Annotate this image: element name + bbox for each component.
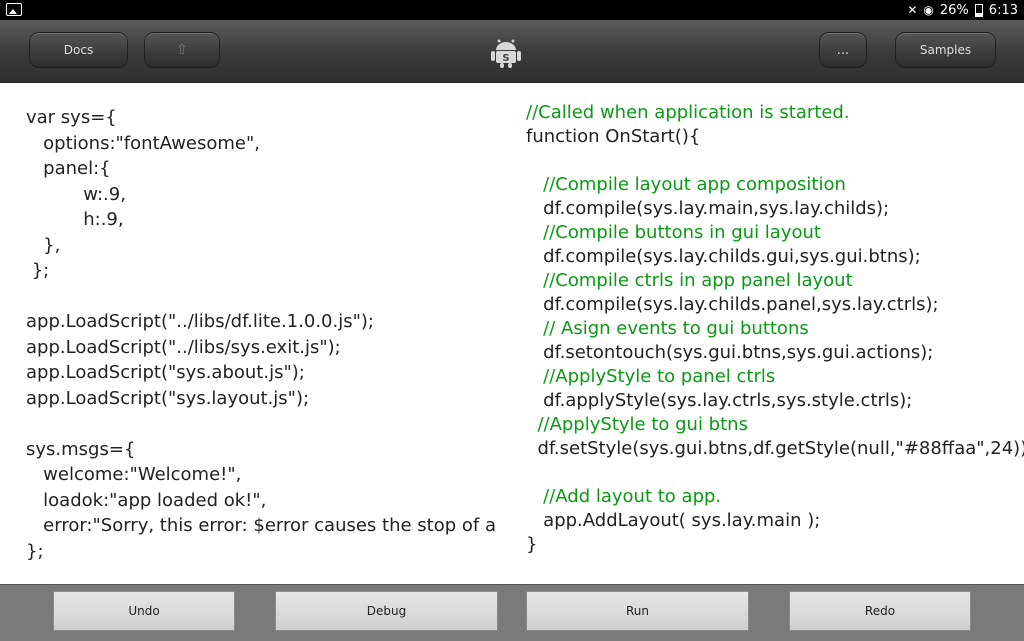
code-line: //Compile ctrls in app panel layout bbox=[526, 270, 853, 291]
code-line: var sys={ bbox=[26, 107, 117, 128]
code-line: app.LoadScript("sys.layout.js"); bbox=[26, 387, 310, 409]
code-line: function OnStart(){ bbox=[526, 126, 701, 147]
code-line: h:.9, bbox=[26, 209, 124, 230]
code-line: loadok:"app loaded ok!", bbox=[26, 489, 267, 511]
code-line: //ApplyStyle to gui btns bbox=[526, 414, 748, 435]
up-button[interactable]: ⇧ bbox=[144, 32, 220, 68]
code-line: w:.9, bbox=[26, 183, 126, 205]
code-line: app.AddLayout( sys.lay.main ); bbox=[526, 510, 821, 531]
code-line: app.LoadScript("sys.about.js"); bbox=[26, 362, 305, 383]
code-line: }, bbox=[26, 234, 61, 256]
code-line: df.compile(sys.lay.childs.panel,sys.lay.… bbox=[526, 294, 939, 315]
top-toolbar: Docs ⇧ S ... Samples bbox=[0, 20, 1024, 83]
code-editor[interactable]: var sys={ options:"fontAwesome", panel:{… bbox=[0, 83, 1024, 584]
code-line: // Asign events to gui buttons bbox=[526, 318, 809, 339]
code-line: }; bbox=[26, 260, 50, 281]
run-button[interactable]: Run bbox=[526, 591, 749, 631]
code-line: //ApplyStyle to panel ctrls bbox=[526, 366, 776, 387]
code-line: df.applyStyle(sys.lay.ctrls,sys.style.ct… bbox=[526, 390, 913, 411]
code-line: welcome:"Welcome!", bbox=[26, 464, 242, 485]
undo-button[interactable]: Undo bbox=[53, 591, 235, 631]
wifi-icon: ◉ bbox=[923, 3, 934, 17]
code-line: options:"fontAwesome", bbox=[26, 132, 260, 154]
status-icons: ✕ ◉ 26% 6:13 bbox=[907, 2, 1018, 18]
left-code-pane[interactable]: var sys={ options:"fontAwesome", panel:{… bbox=[26, 105, 521, 564]
code-line: //Add layout to app. bbox=[526, 486, 722, 507]
status-bar: ✕ ◉ 26% 6:13 bbox=[0, 0, 1024, 20]
battery-percent: 26% bbox=[939, 2, 969, 18]
code-line: df.setStyle(sys.gui.btns,df.getStyle(nul… bbox=[526, 438, 1024, 459]
code-line: df.compile(sys.lay.main,sys.lay.childs); bbox=[526, 198, 890, 219]
bottom-toolbar: Undo Debug Run Redo bbox=[0, 584, 1024, 641]
code-line: sys.msgs={ bbox=[26, 438, 136, 460]
battery-icon bbox=[974, 3, 983, 17]
more-button[interactable]: ... bbox=[819, 32, 867, 68]
code-line: //Compile buttons in gui layout bbox=[526, 222, 821, 243]
redo-button[interactable]: Redo bbox=[789, 591, 971, 631]
code-line: panel:{ bbox=[26, 158, 111, 179]
code-line: df.compile(sys.lay.childs.gui,sys.gui.bt… bbox=[526, 246, 921, 267]
right-code-pane[interactable]: //Called when application is started. fun… bbox=[526, 101, 1024, 557]
mute-icon: ✕ bbox=[907, 3, 918, 17]
samples-button[interactable]: Samples bbox=[895, 32, 996, 68]
code-line: error:"Sorry, this error: $error causes … bbox=[26, 515, 496, 536]
gallery-notification-icon bbox=[6, 3, 22, 16]
clock: 6:13 bbox=[988, 2, 1018, 18]
code-line: df.setontouch(sys.gui.btns,sys.gui.actio… bbox=[526, 342, 934, 363]
svg-text:S: S bbox=[502, 53, 509, 64]
code-line: } bbox=[526, 534, 538, 555]
code-line: app.LoadScript("../libs/df.lite.1.0.0.js… bbox=[26, 311, 374, 332]
code-line: //Compile layout app composition bbox=[526, 174, 846, 195]
docs-button[interactable]: Docs bbox=[29, 32, 128, 68]
code-line: app.LoadScript("../libs/sys.exit.js"); bbox=[26, 336, 341, 358]
code-line: }; bbox=[26, 540, 44, 562]
code-line: //Called when application is started. bbox=[526, 102, 850, 123]
android-logo-icon: S bbox=[491, 39, 521, 68]
debug-button[interactable]: Debug bbox=[275, 591, 498, 631]
